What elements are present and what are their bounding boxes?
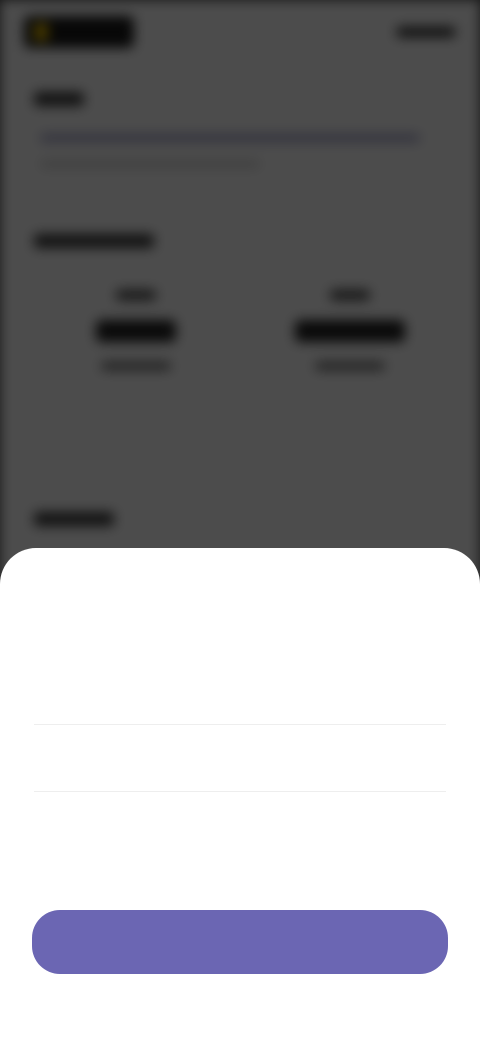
wheel-picker[interactable] <box>24 646 456 876</box>
confirm-button[interactable] <box>32 910 448 974</box>
picker-column-right[interactable] <box>256 646 456 876</box>
app-screen <box>0 0 480 1040</box>
bottom-sheet <box>0 548 480 1040</box>
picker-column-left[interactable] <box>24 646 224 876</box>
